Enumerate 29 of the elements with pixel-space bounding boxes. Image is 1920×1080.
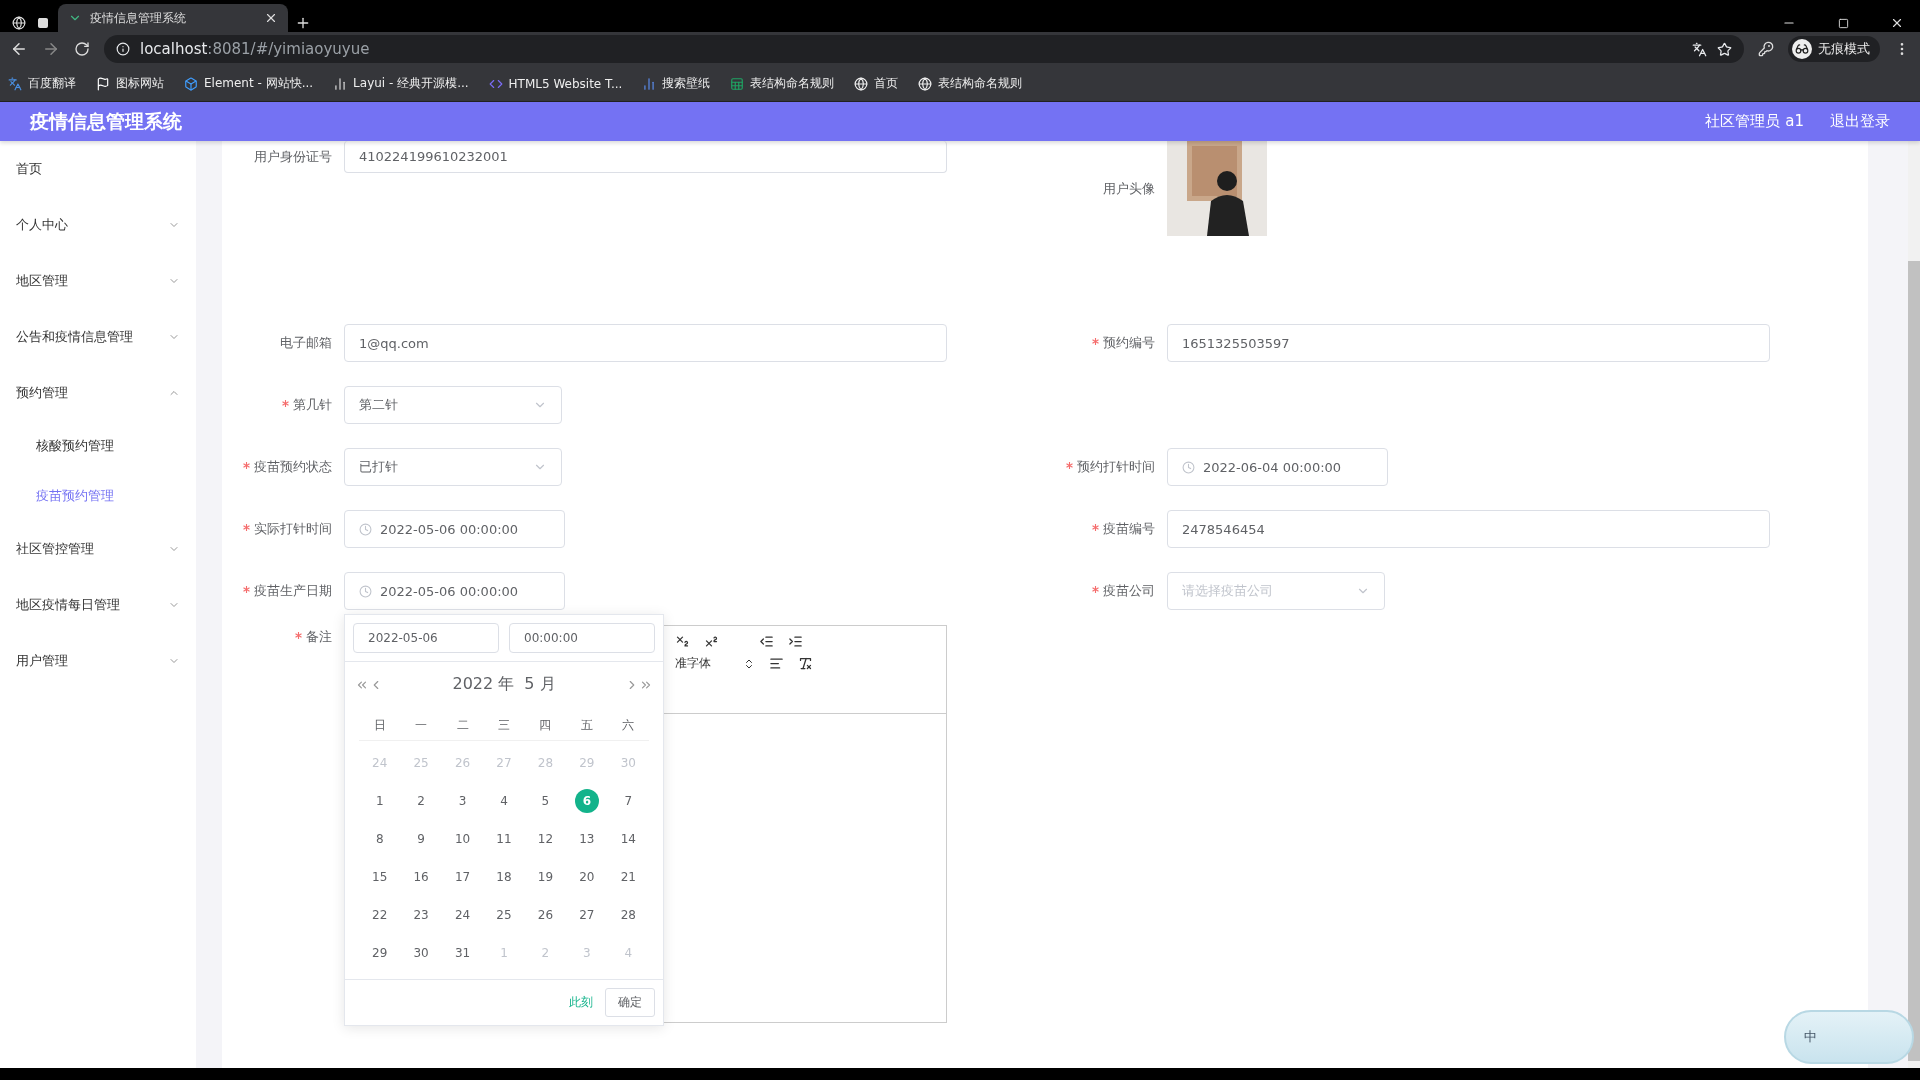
bookmark-label: 百度翻译 (28, 75, 76, 92)
ime-mode: 中 (1804, 1028, 1817, 1046)
user-name: 社区管理员 a1 (1705, 112, 1804, 131)
weekday-label: 一 (400, 709, 442, 741)
bookmark-label: 表结构命名规则 (750, 75, 835, 92)
weekday-label: 六 (607, 709, 649, 741)
weekday-label: 日 (359, 709, 401, 741)
weekday-label: 三 (483, 709, 525, 741)
field-label: 疫苗公司 (1045, 582, 1167, 600)
bookmark-label: 图标网站 (116, 75, 164, 92)
field-label: 用户身份证号 (253, 148, 333, 166)
field-label: 预约编号 (1045, 334, 1167, 352)
bookmark-label: 首页 (874, 75, 899, 92)
bookmark-label: Element - 网站快... (204, 75, 314, 92)
field-label: 用户头像 (1102, 179, 1156, 198)
field-label: 预约打针时间 (1045, 458, 1167, 476)
weekday-label: 二 (441, 709, 484, 741)
weekday-label: 五 (566, 709, 608, 741)
field-label: 第几针 (222, 396, 344, 414)
field-label: 疫苗生产日期 (222, 582, 344, 600)
weekday-label: 四 (524, 709, 567, 741)
bookmark-label: 搜索壁纸 (662, 75, 711, 92)
field-label: 疫苗预约状态 (222, 458, 344, 476)
field-label: 实际打针时间 (222, 520, 344, 538)
field-label: 电子邮箱 (279, 334, 333, 352)
bookmark-label: 表结构命名规则 (938, 75, 1023, 92)
field-label: 疫苗编号 (1045, 520, 1167, 538)
field-label: 备注 (222, 622, 344, 646)
app-title: 疫情信息管理系统 (30, 108, 183, 134)
